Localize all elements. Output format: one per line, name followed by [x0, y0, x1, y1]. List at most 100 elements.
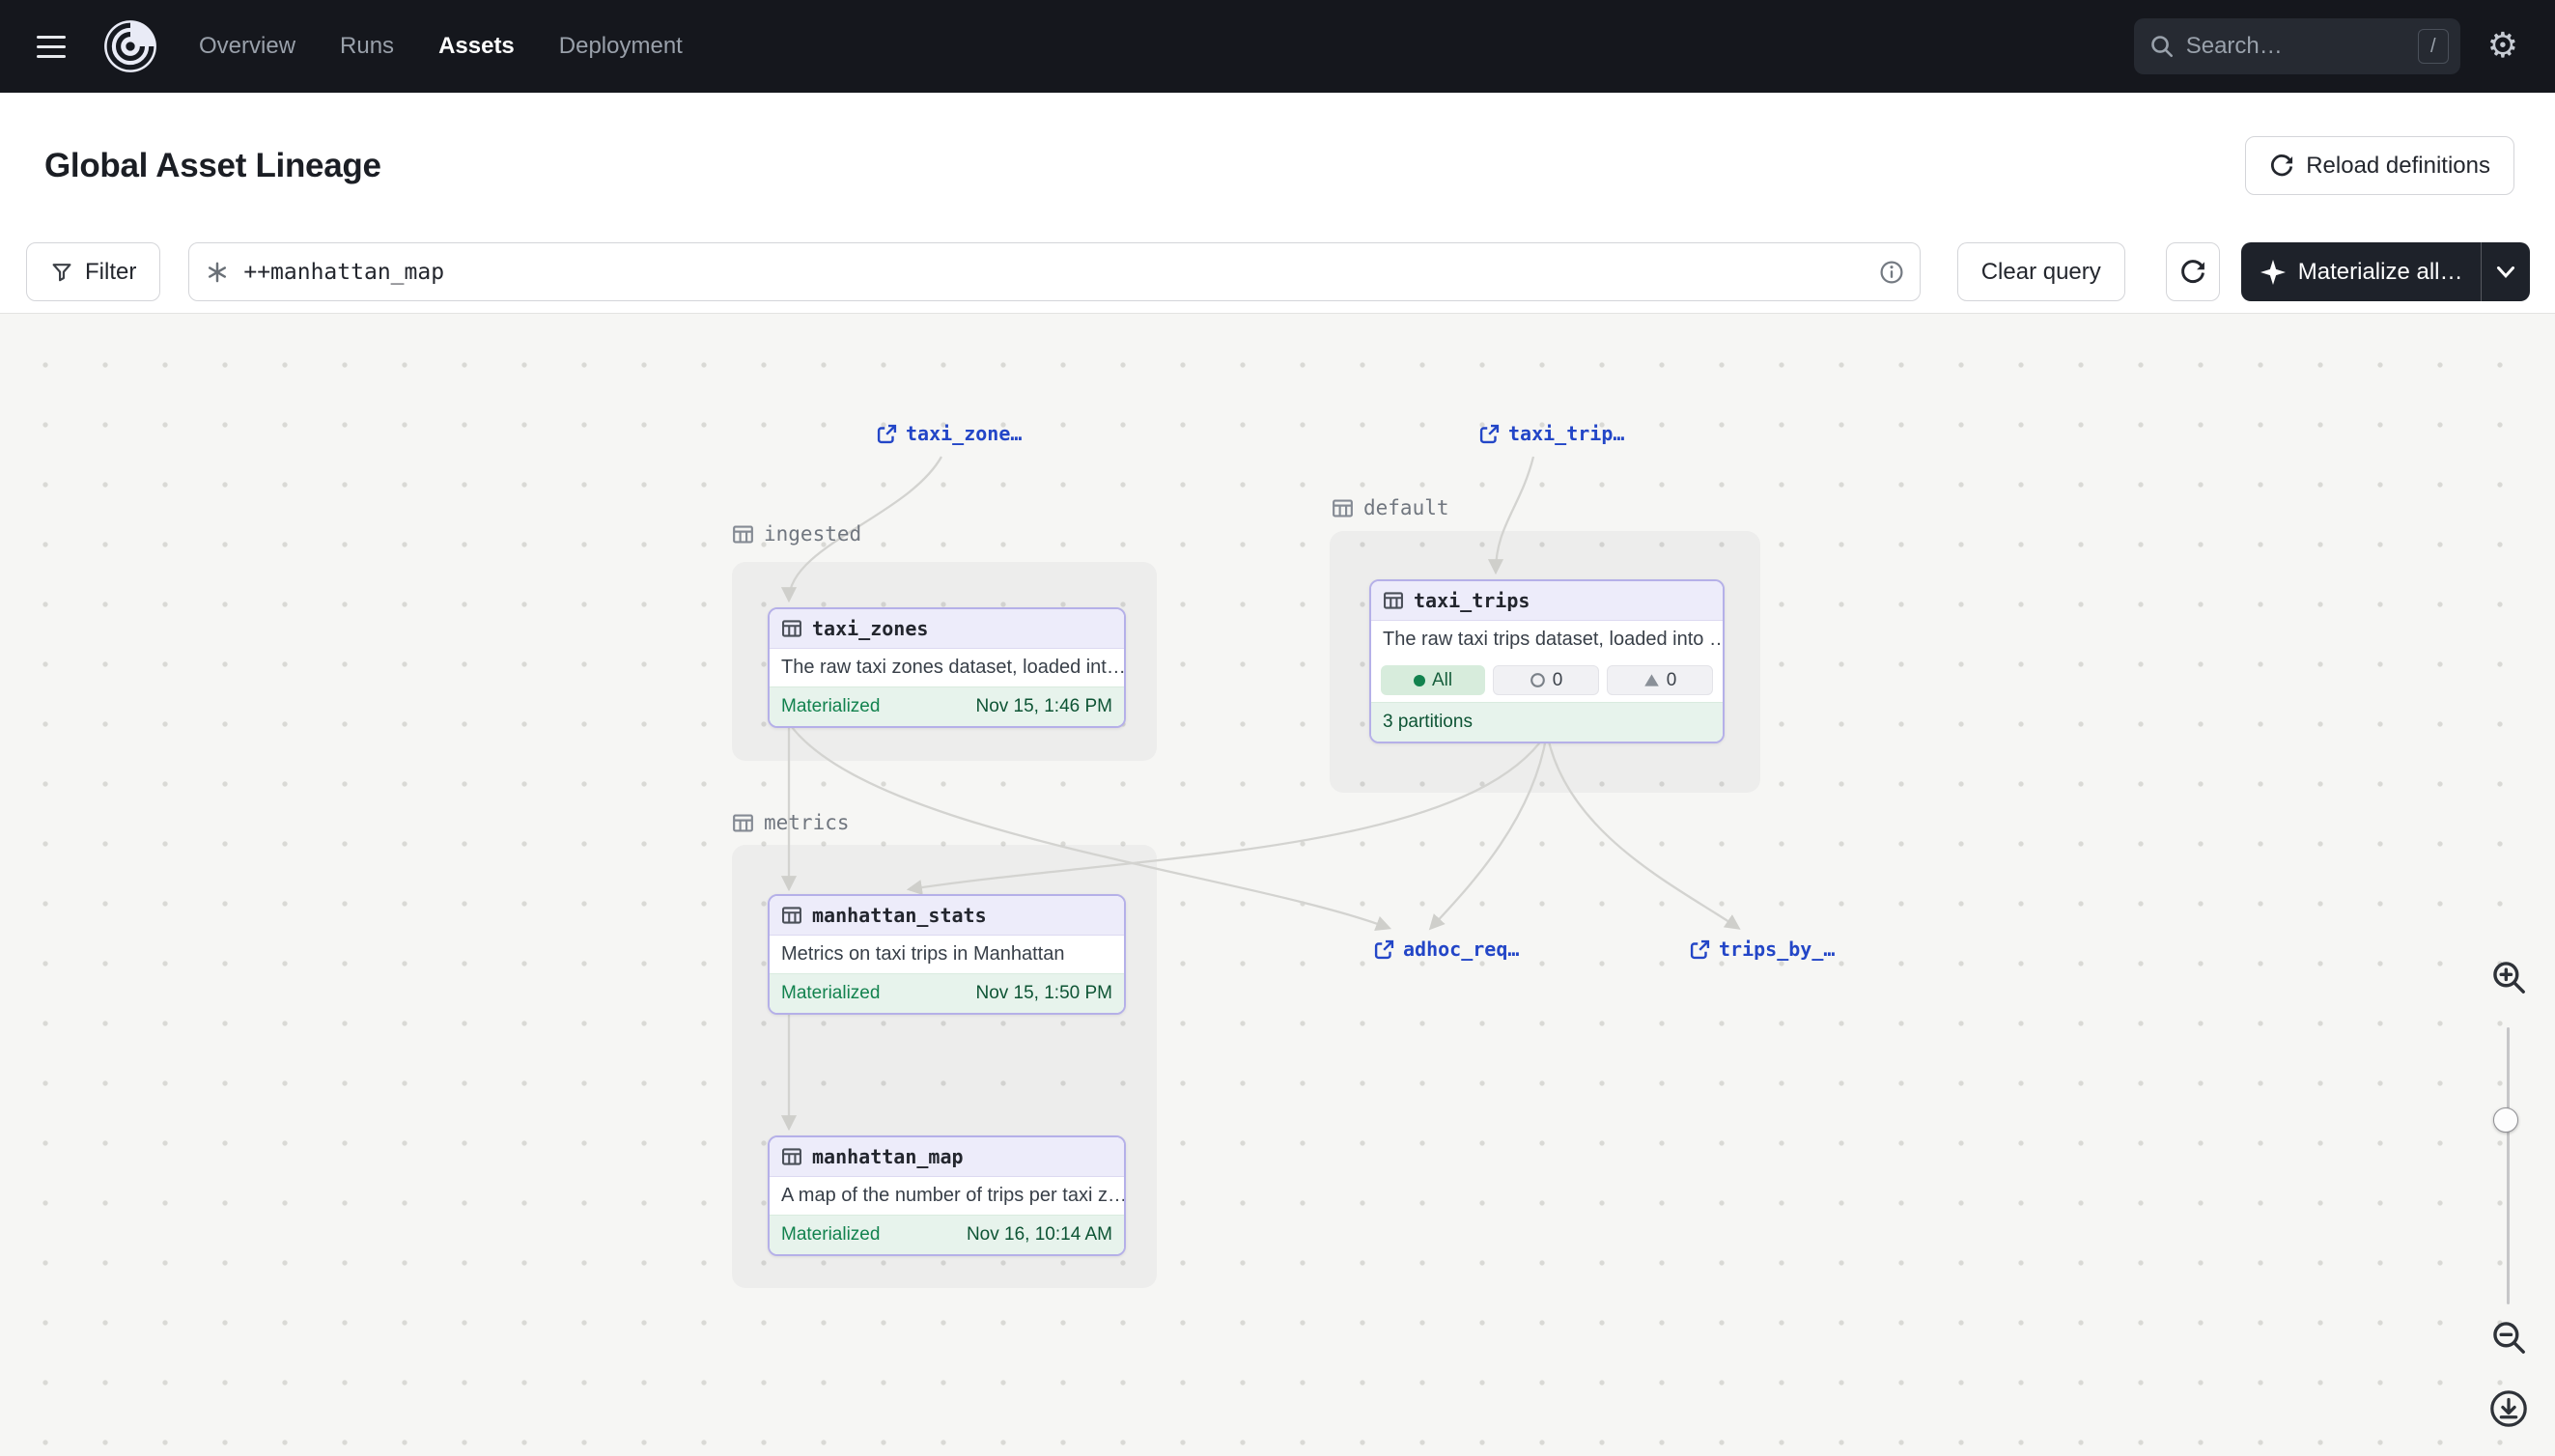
asset-node-manhattan-stats[interactable]: manhattan_stats Metrics on taxi trips in…	[768, 894, 1126, 1015]
table-icon	[1332, 497, 1354, 519]
info-icon[interactable]	[1879, 260, 1904, 285]
search-icon	[2149, 34, 2175, 59]
external-asset-trips-by[interactable]: trips_by_…	[1690, 938, 1835, 961]
external-asset-label: taxi_trip…	[1508, 422, 1624, 445]
asset-name: taxi_zones	[812, 617, 928, 640]
external-asset-label: adhoc_req…	[1403, 938, 1519, 961]
search-shortcut-badge: /	[2418, 29, 2449, 64]
materialization-timestamp: Nov 15, 1:50 PM	[975, 983, 1112, 1004]
global-search[interactable]: /	[2134, 18, 2460, 74]
chevron-down-icon	[2496, 266, 2515, 278]
materialize-dropdown-button[interactable]	[2482, 242, 2530, 301]
refresh-query-button[interactable]	[2166, 242, 2220, 301]
partitions-count-link[interactable]: 3 partitions	[1371, 702, 1723, 742]
external-link-icon	[1690, 939, 1710, 960]
lineage-canvas[interactable]: ingested default metrics taxi_zone… taxi…	[0, 313, 2555, 1456]
table-icon	[781, 1146, 802, 1167]
status-badge: Materialized	[781, 983, 880, 1004]
circle-icon	[1530, 672, 1546, 688]
refresh-icon	[2269, 154, 2294, 179]
zoom-out-icon	[2490, 1319, 2527, 1356]
refresh-icon	[2179, 259, 2206, 286]
zoom-slider-thumb[interactable]	[2493, 1107, 2518, 1133]
table-icon	[732, 523, 754, 546]
asset-node-taxi-zones[interactable]: taxi_zones The raw taxi zones dataset, l…	[768, 607, 1126, 728]
zoom-in-icon	[2490, 959, 2527, 995]
asset-name: taxi_trips	[1414, 589, 1530, 612]
materialization-timestamp: Nov 15, 1:46 PM	[975, 696, 1112, 717]
sparkle-icon	[2260, 260, 2286, 285]
zoom-slider-track[interactable]	[2507, 1027, 2510, 1304]
dagster-logo[interactable]	[102, 18, 158, 74]
lineage-edges	[0, 314, 2555, 1456]
asset-selection-icon	[205, 260, 230, 285]
settings-button[interactable]: ⚙	[2487, 29, 2518, 64]
group-name: ingested	[764, 522, 861, 546]
lineage-toolbar: Filter Clear query Materialize all…	[0, 242, 2555, 313]
page-title: Global Asset Lineage	[44, 147, 381, 185]
group-name: metrics	[764, 811, 850, 834]
external-asset-label: trips_by_…	[1719, 938, 1835, 961]
asset-node-header: taxi_trips	[1371, 581, 1723, 621]
clear-query-label: Clear query	[1981, 259, 2101, 286]
asset-description: The raw taxi zones dataset, loaded int…	[770, 649, 1124, 686]
nav-deployment[interactable]: Deployment	[559, 33, 683, 60]
asset-node-header: manhattan_stats	[770, 896, 1124, 936]
table-icon	[781, 618, 802, 639]
gear-icon: ⚙	[2487, 26, 2518, 66]
filter-button[interactable]: Filter	[26, 242, 160, 301]
asset-status-row: Materialized Nov 15, 1:46 PM	[770, 686, 1124, 726]
partition-pill-missing: 0	[1493, 665, 1599, 695]
partition-pill-label: 0	[1667, 670, 1677, 691]
green-dot-icon	[1414, 675, 1425, 686]
clear-query-button[interactable]: Clear query	[1957, 242, 2125, 301]
partition-pill-label: 0	[1553, 670, 1563, 691]
download-view-icon	[2488, 1388, 2529, 1429]
materialize-all-label: Materialize all…	[2298, 259, 2463, 286]
external-asset-label: taxi_zone…	[906, 422, 1022, 445]
group-label-metrics[interactable]: metrics	[732, 811, 850, 834]
asset-node-header: manhattan_map	[770, 1137, 1124, 1177]
external-link-icon	[1374, 939, 1394, 960]
asset-status-row: Materialized Nov 16, 10:14 AM	[770, 1215, 1124, 1254]
group-label-default[interactable]: default	[1332, 496, 1449, 519]
partition-pill-label: All	[1432, 670, 1452, 691]
main-nav: Overview Runs Assets Deployment	[199, 33, 683, 60]
nav-overview[interactable]: Overview	[199, 33, 295, 60]
asset-selection-box	[188, 242, 1920, 301]
external-asset-adhoc-req[interactable]: adhoc_req…	[1374, 938, 1519, 961]
zoom-out-button[interactable]	[2486, 1315, 2531, 1359]
table-icon	[781, 905, 802, 926]
table-icon	[732, 812, 754, 834]
external-asset-taxi-trip[interactable]: taxi_trip…	[1479, 422, 1624, 445]
asset-node-manhattan-map[interactable]: manhattan_map A map of the number of tri…	[768, 1135, 1126, 1256]
external-link-icon	[1479, 424, 1500, 444]
asset-name: manhattan_map	[812, 1145, 964, 1168]
partition-pill-materialized: All	[1381, 665, 1485, 695]
zoom-in-button[interactable]	[2486, 955, 2531, 999]
materialization-timestamp: Nov 16, 10:14 AM	[967, 1224, 1112, 1246]
group-name: default	[1363, 496, 1449, 519]
external-asset-taxi-zone[interactable]: taxi_zone…	[877, 422, 1022, 445]
recenter-button[interactable]	[2486, 1386, 2531, 1431]
nav-runs[interactable]: Runs	[340, 33, 394, 60]
partition-pill-failed: 0	[1607, 665, 1713, 695]
group-label-ingested[interactable]: ingested	[732, 522, 861, 546]
external-link-icon	[877, 424, 897, 444]
nav-assets[interactable]: Assets	[438, 33, 515, 60]
asset-description: The raw taxi trips dataset, loaded into …	[1371, 621, 1723, 658]
reload-definitions-button[interactable]: Reload definitions	[2245, 136, 2514, 195]
asset-node-taxi-trips[interactable]: taxi_trips The raw taxi trips dataset, l…	[1369, 579, 1725, 743]
asset-selection-input[interactable]	[243, 260, 1865, 285]
asset-name: manhattan_stats	[812, 904, 987, 927]
filter-icon	[50, 261, 73, 284]
triangle-icon	[1643, 672, 1660, 688]
table-icon	[1383, 590, 1404, 611]
menu-button[interactable]	[37, 25, 79, 68]
partition-status-row: All 0 0	[1371, 658, 1723, 702]
asset-node-header: taxi_zones	[770, 609, 1124, 649]
materialize-all-button[interactable]: Materialize all…	[2241, 242, 2530, 301]
asset-description: Metrics on taxi trips in Manhattan	[770, 936, 1124, 973]
status-badge: Materialized	[781, 1224, 880, 1246]
search-input[interactable]	[2186, 33, 2406, 60]
